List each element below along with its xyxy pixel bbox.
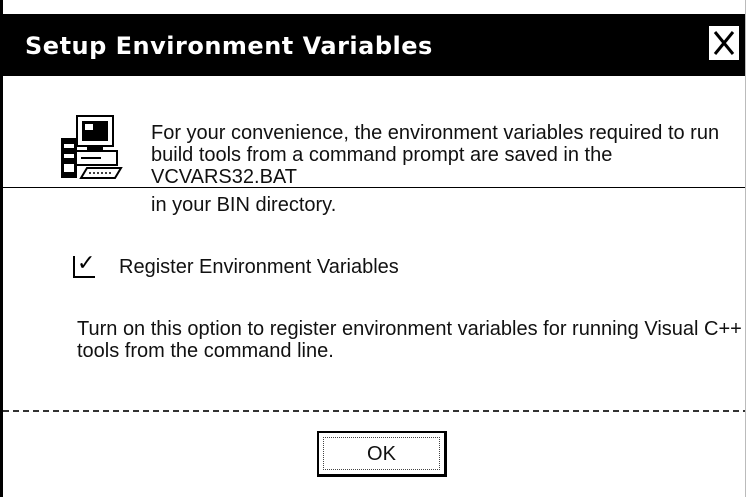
message-filename: VCVARS32.BAT bbox=[151, 166, 297, 188]
ok-button-label: OK bbox=[367, 443, 396, 465]
register-env-checkbox[interactable]: ✓ bbox=[73, 252, 95, 278]
description-line-2: tools from the command line. bbox=[77, 340, 334, 362]
top-strip bbox=[3, 0, 745, 14]
separator-line bbox=[3, 410, 745, 412]
checkmark-icon: ✓ bbox=[77, 251, 96, 276]
close-icon bbox=[713, 31, 735, 55]
title-bar: Setup Environment Variables bbox=[3, 14, 745, 76]
description-line-1: Turn on this option to register environm… bbox=[77, 318, 742, 340]
ok-button[interactable]: OK bbox=[317, 431, 447, 477]
setup-environment-dialog: Setup Environment Variables For your con… bbox=[0, 0, 746, 497]
computer-icon bbox=[61, 115, 123, 179]
horizontal-rule bbox=[3, 187, 745, 188]
message-line-2: build tools from a command prompt are sa… bbox=[151, 144, 613, 166]
window-title: Setup Environment Variables bbox=[25, 32, 433, 60]
close-button[interactable] bbox=[707, 24, 741, 62]
message-line-4: in your BIN directory. bbox=[151, 194, 337, 216]
register-env-label[interactable]: Register Environment Variables bbox=[119, 256, 399, 279]
message-line-1: For your convenience, the environment va… bbox=[151, 122, 720, 144]
